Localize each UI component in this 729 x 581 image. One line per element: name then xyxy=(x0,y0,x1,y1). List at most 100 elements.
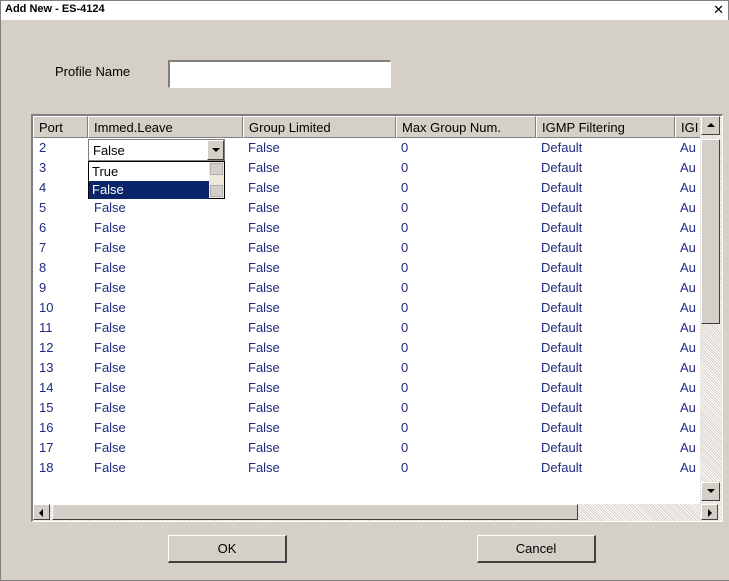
column-header-max-group-num[interactable]: Max Group Num. xyxy=(396,116,536,138)
cell-max: 0 xyxy=(401,140,409,155)
cell-immed: False xyxy=(94,220,126,235)
cell-filter: Default xyxy=(541,340,583,355)
cell-filter: Default xyxy=(541,200,583,215)
cell-igmp: Au xyxy=(680,220,696,235)
cell-port: 8 xyxy=(39,260,47,275)
cell-filter: Default xyxy=(541,180,583,195)
cell-immed: False xyxy=(94,240,126,255)
cell-port: 17 xyxy=(39,440,54,455)
table-row[interactable]: 8 False False 0 Default Au xyxy=(33,258,700,278)
cell-group: False xyxy=(248,400,280,415)
vertical-scroll-thumb[interactable] xyxy=(701,139,720,324)
column-header-group-limited[interactable]: Group Limited xyxy=(243,116,396,138)
cell-max: 0 xyxy=(401,380,409,395)
cell-group: False xyxy=(248,440,280,455)
cell-port: 12 xyxy=(39,340,54,355)
table-row[interactable]: 7 False False 0 Default Au xyxy=(33,238,700,258)
table-row[interactable]: 10 False False 0 Default Au xyxy=(33,298,700,318)
cell-immed: False xyxy=(94,200,126,215)
dropdown-scroll-up-icon[interactable] xyxy=(210,163,223,175)
cell-group: False xyxy=(248,180,280,195)
cell-filter: Default xyxy=(541,220,583,235)
cell-igmp: Au xyxy=(680,340,696,355)
cell-group: False xyxy=(248,460,280,475)
cell-filter: Default xyxy=(541,400,583,415)
cell-igmp: Au xyxy=(680,360,696,375)
table-row[interactable]: 17 False False 0 Default Au xyxy=(33,438,700,458)
cell-filter: Default xyxy=(541,300,583,315)
table-row[interactable]: 15 False False 0 Default Au xyxy=(33,398,700,418)
column-header-immed-leave[interactable]: Immed.Leave xyxy=(88,116,243,138)
chevron-down-icon[interactable] xyxy=(207,140,224,160)
column-header-port[interactable]: Port xyxy=(33,116,88,138)
table-row[interactable]: 16 False False 0 Default Au xyxy=(33,418,700,438)
cell-igmp: Au xyxy=(680,160,696,175)
table-row[interactable]: 18 False False 0 Default Au xyxy=(33,458,700,478)
table-row[interactable]: 6 False False 0 Default Au xyxy=(33,218,700,238)
dropdown-scroll-down-icon[interactable] xyxy=(210,185,223,197)
cell-igmp: Au xyxy=(680,440,696,455)
cell-igmp: Au xyxy=(680,280,696,295)
horizontal-scroll-thumb[interactable] xyxy=(52,504,578,520)
cell-igmp: Au xyxy=(680,180,696,195)
cell-port: 14 xyxy=(39,380,54,395)
cell-port: 15 xyxy=(39,400,54,415)
close-icon[interactable]: ✕ xyxy=(713,2,724,18)
horizontal-scrollbar[interactable] xyxy=(33,504,722,521)
table-row[interactable]: 13 False False 0 Default Au xyxy=(33,358,700,378)
cell-filter: Default xyxy=(541,140,583,155)
cell-max: 0 xyxy=(401,240,409,255)
cell-max: 0 xyxy=(401,320,409,335)
table-row[interactable]: 5 False False 0 Default Au xyxy=(33,198,700,218)
cell-group: False xyxy=(248,240,280,255)
cell-max: 0 xyxy=(401,260,409,275)
cell-group: False xyxy=(248,420,280,435)
cell-igmp: Au xyxy=(680,240,696,255)
dropdown-scrollbar[interactable] xyxy=(209,162,224,198)
cell-immed: False xyxy=(94,460,126,475)
cell-group: False xyxy=(248,200,280,215)
cell-group: False xyxy=(248,380,280,395)
cell-immed: False xyxy=(94,380,126,395)
column-header-igmp-filtering[interactable]: IGMP Filtering xyxy=(536,116,675,138)
cell-igmp: Au xyxy=(680,320,696,335)
scroll-down-icon[interactable] xyxy=(701,482,720,501)
cell-immed: False xyxy=(94,300,126,315)
vertical-scrollbar[interactable] xyxy=(700,116,722,504)
cell-max: 0 xyxy=(401,220,409,235)
cell-filter: Default xyxy=(541,160,583,175)
cell-group: False xyxy=(248,320,280,335)
scroll-left-icon[interactable] xyxy=(33,504,50,520)
immed-leave-combo[interactable]: False xyxy=(88,139,225,161)
cell-filter: Default xyxy=(541,420,583,435)
column-header-igmp-version[interactable]: IGI xyxy=(675,116,700,138)
profile-name-label: Profile Name xyxy=(55,64,131,79)
dropdown-option-true[interactable]: True xyxy=(89,163,209,181)
table-row[interactable]: 14 False False 0 Default Au xyxy=(33,378,700,398)
cell-igmp: Au xyxy=(680,400,696,415)
cell-immed: False xyxy=(94,400,126,415)
cell-port: 4 xyxy=(39,180,47,195)
scroll-right-icon[interactable] xyxy=(701,504,718,520)
profile-name-input[interactable] xyxy=(168,60,391,88)
cell-filter: Default xyxy=(541,460,583,475)
cell-max: 0 xyxy=(401,340,409,355)
cell-filter: Default xyxy=(541,360,583,375)
cell-igmp: Au xyxy=(680,260,696,275)
cell-group: False xyxy=(248,140,280,155)
cell-immed: False xyxy=(94,260,126,275)
table-row[interactable]: 12 False False 0 Default Au xyxy=(33,338,700,358)
cell-filter: Default xyxy=(541,320,583,335)
table-row[interactable]: 9 False False 0 Default Au xyxy=(33,278,700,298)
scroll-up-icon[interactable] xyxy=(701,116,720,135)
table-row[interactable]: 11 False False 0 Default Au xyxy=(33,318,700,338)
cancel-button[interactable]: Cancel xyxy=(477,535,596,563)
cell-group: False xyxy=(248,360,280,375)
cell-max: 0 xyxy=(401,180,409,195)
combo-value: False xyxy=(93,143,125,158)
cell-immed: False xyxy=(94,440,126,455)
dropdown-option-false[interactable]: False xyxy=(89,181,209,199)
ok-button[interactable]: OK xyxy=(168,535,287,563)
cell-max: 0 xyxy=(401,420,409,435)
cell-port: 2 xyxy=(39,140,47,155)
